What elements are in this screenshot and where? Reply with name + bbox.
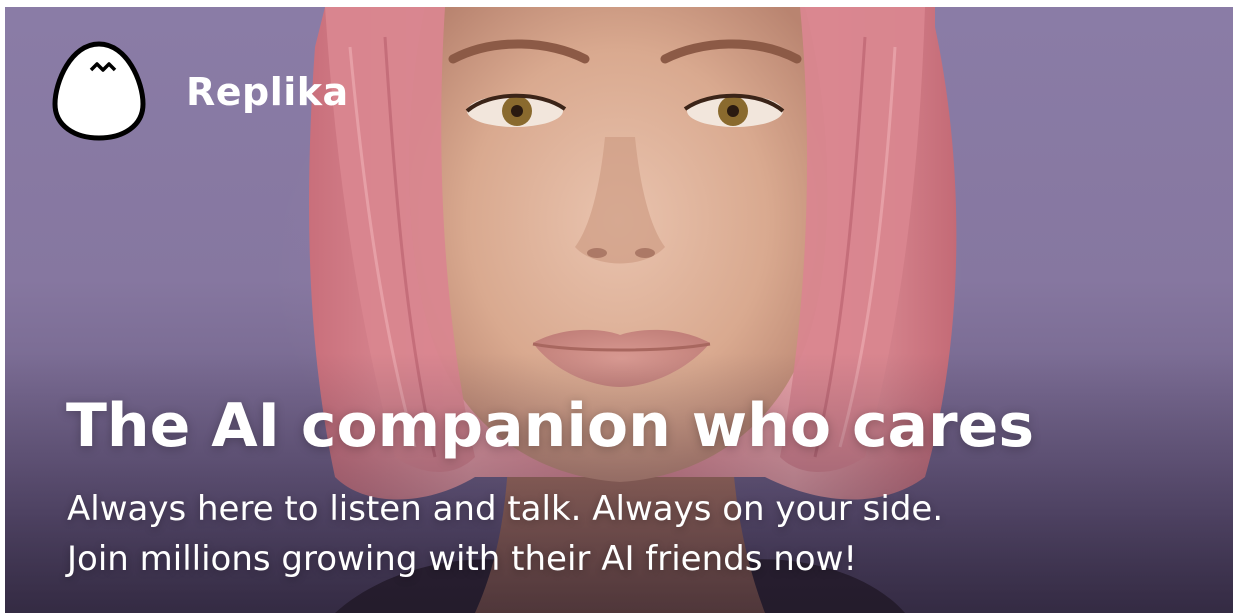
egg-icon	[52, 41, 146, 141]
tagline-line-1: Always here to listen and talk. Always o…	[67, 489, 944, 529]
tagline-line-2: Join millions growing with their AI frie…	[67, 539, 858, 579]
headline: The AI companion who cares	[66, 391, 1035, 461]
replika-banner: Replika The AI companion who cares Alway…	[5, 7, 1233, 613]
brand-name: Replika	[186, 70, 349, 114]
